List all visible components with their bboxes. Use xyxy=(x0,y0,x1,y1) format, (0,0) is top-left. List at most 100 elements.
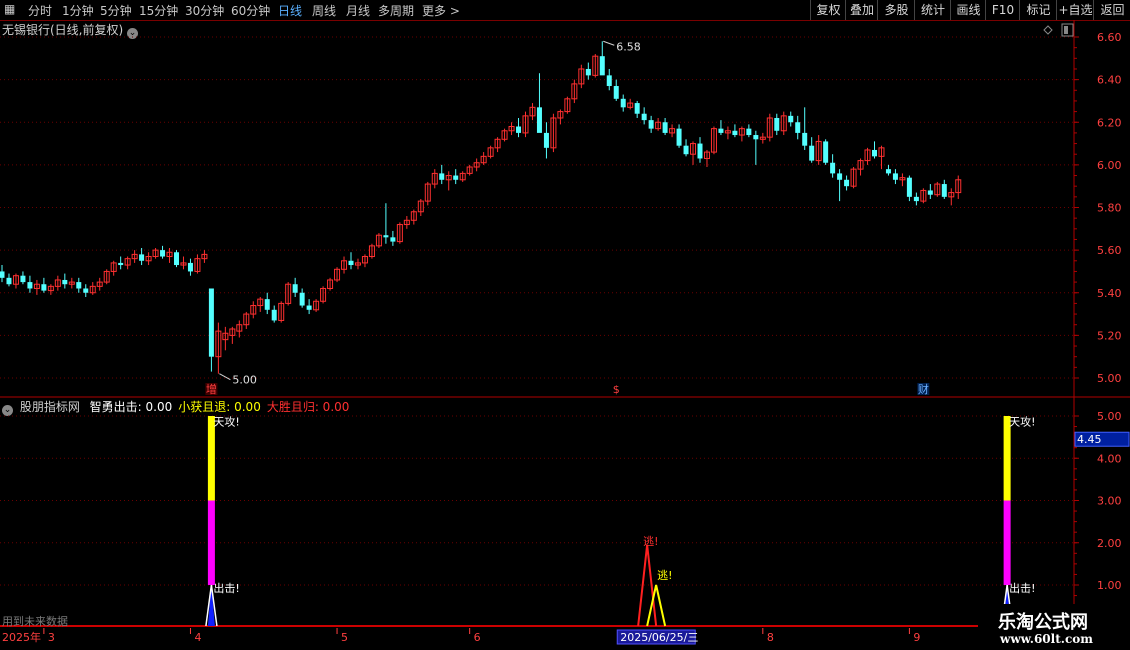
candle-body xyxy=(222,332,229,341)
period-tab-9[interactable]: 多周期 xyxy=(378,2,414,19)
candle-body xyxy=(76,282,82,289)
period-tab-10[interactable]: 更多 > xyxy=(422,2,460,19)
event-marker-bg xyxy=(917,383,930,395)
candle-body xyxy=(878,147,885,157)
event-marker-1: $ xyxy=(613,383,620,396)
period-tab-7[interactable]: 周线 xyxy=(312,2,336,19)
candle-body xyxy=(341,260,348,270)
candle-body xyxy=(592,55,599,76)
candle-body xyxy=(466,166,473,174)
attack-bar-magenta xyxy=(207,500,215,585)
candle-body xyxy=(501,130,508,140)
candle-body xyxy=(920,189,927,202)
escape-signal-line xyxy=(637,544,658,627)
chevron-down-icon[interactable]: ⌄ xyxy=(127,28,139,39)
candle-body xyxy=(676,128,682,146)
candle-body xyxy=(166,251,173,258)
candle-body xyxy=(955,179,962,194)
main-y-tick-label: 5.20 xyxy=(1097,329,1122,342)
candle-body xyxy=(948,192,955,198)
grid-menu-icon[interactable]: ▦ xyxy=(4,2,15,16)
candle-body xyxy=(96,281,103,287)
candle-body xyxy=(669,128,676,134)
indicator-header: ⌄ 股朋指标网 智勇出击: 0.00 小获且退: 0.00 大胜且归: 0.00 xyxy=(2,398,349,416)
candle-body xyxy=(124,258,131,266)
low-price-label: 5.00 xyxy=(232,374,257,387)
period-tab-0[interactable]: 分时 xyxy=(28,2,52,19)
candle-body xyxy=(313,300,320,311)
period-tab-8[interactable]: 月线 xyxy=(346,2,370,19)
diamond-icon[interactable] xyxy=(1043,25,1053,35)
candle-body xyxy=(299,292,305,306)
period-tab-2[interactable]: 5分钟 xyxy=(100,2,132,19)
toolbar-button-2[interactable]: 多股 xyxy=(877,0,915,20)
candle-body xyxy=(494,138,501,149)
x-axis-label-6: 8 xyxy=(767,631,774,644)
candle-body xyxy=(187,262,193,272)
candle-body xyxy=(571,83,578,100)
candle-body xyxy=(620,98,626,108)
candle-body xyxy=(271,309,277,321)
attack-bar-yellow xyxy=(1003,416,1011,501)
candle-body xyxy=(6,277,12,285)
current-value-label: 4.45 xyxy=(1077,433,1102,446)
candle-body xyxy=(348,260,354,266)
ind-y-tick-label: 5.00 xyxy=(1097,410,1122,423)
period-tab-3[interactable]: 15分钟 xyxy=(139,2,178,19)
candle-body xyxy=(738,128,745,136)
candle-body xyxy=(578,68,585,85)
candle-body xyxy=(180,262,187,266)
candle-body xyxy=(795,122,801,133)
chevron-down-icon[interactable]: ⌄ xyxy=(2,405,13,416)
candle-body xyxy=(250,305,257,315)
candle-body xyxy=(83,288,89,293)
toolbar-button-5[interactable]: F10 xyxy=(985,0,1020,20)
toolbar-button-1[interactable]: 叠加 xyxy=(845,0,878,20)
candle-body xyxy=(872,149,877,157)
candle-body xyxy=(131,253,138,260)
candle-body xyxy=(361,256,368,264)
indicator-line-1: 小获且退: 0.00 xyxy=(178,400,261,414)
attack-label-bottom: 出击! xyxy=(1009,581,1035,595)
event-marker-2: 财 xyxy=(918,382,929,396)
candle-body xyxy=(683,145,689,155)
watermark-logo: 乐淘公式网 www.60lt.com xyxy=(978,604,1130,650)
candle-body xyxy=(278,302,285,321)
toolbar-button-8[interactable]: 返回 xyxy=(1093,0,1130,20)
toolbar-button-7[interactable]: +自选 xyxy=(1056,0,1094,20)
watermark-url: www.60lt.com xyxy=(1000,632,1093,646)
attack-triangle xyxy=(207,585,215,626)
main-y-tick-label: 5.80 xyxy=(1097,202,1122,215)
candle-body xyxy=(424,183,431,202)
main-y-tick-label: 5.00 xyxy=(1097,372,1122,385)
candle-body xyxy=(885,169,891,174)
current-value-box xyxy=(1074,431,1130,447)
candle-body xyxy=(208,288,214,357)
period-tab-4[interactable]: 30分钟 xyxy=(185,2,224,19)
crosshair-date-label: 2025/06/25/三 xyxy=(620,631,698,644)
candle-body xyxy=(375,234,382,247)
candle-body xyxy=(103,270,110,283)
main-chart-title[interactable]: 无锡银行(日线,前复权) ⌄ xyxy=(2,21,141,39)
toolbar-button-6[interactable]: 标记 xyxy=(1019,0,1057,20)
indicator-line-0: 智勇出击: 0.00 xyxy=(89,400,173,414)
candle-body xyxy=(703,151,710,159)
candle-body xyxy=(634,103,640,114)
future-data-note: 用到未来数据 xyxy=(2,614,68,628)
toolbar-button-4[interactable]: 画线 xyxy=(950,0,986,20)
ind-y-tick-label: 1.00 xyxy=(1097,579,1122,592)
candle-body xyxy=(809,145,815,161)
period-tab-5[interactable]: 60分钟 xyxy=(231,2,270,19)
candle-body xyxy=(837,173,843,180)
period-tab-6[interactable]: 日线 xyxy=(278,2,302,19)
candle-body xyxy=(543,132,549,148)
attack-label-bottom: 出击! xyxy=(213,581,239,595)
toolbar-button-3[interactable]: 统计 xyxy=(914,0,951,20)
escape-label-1: 逃! xyxy=(657,569,672,582)
toolbar-button-0[interactable]: 复权 xyxy=(810,0,846,20)
attack-edge xyxy=(210,584,218,627)
main-y-tick-label: 6.60 xyxy=(1097,31,1122,44)
panel-controls xyxy=(1043,23,1074,37)
candle-body xyxy=(766,117,773,138)
period-tab-1[interactable]: 1分钟 xyxy=(62,2,94,19)
